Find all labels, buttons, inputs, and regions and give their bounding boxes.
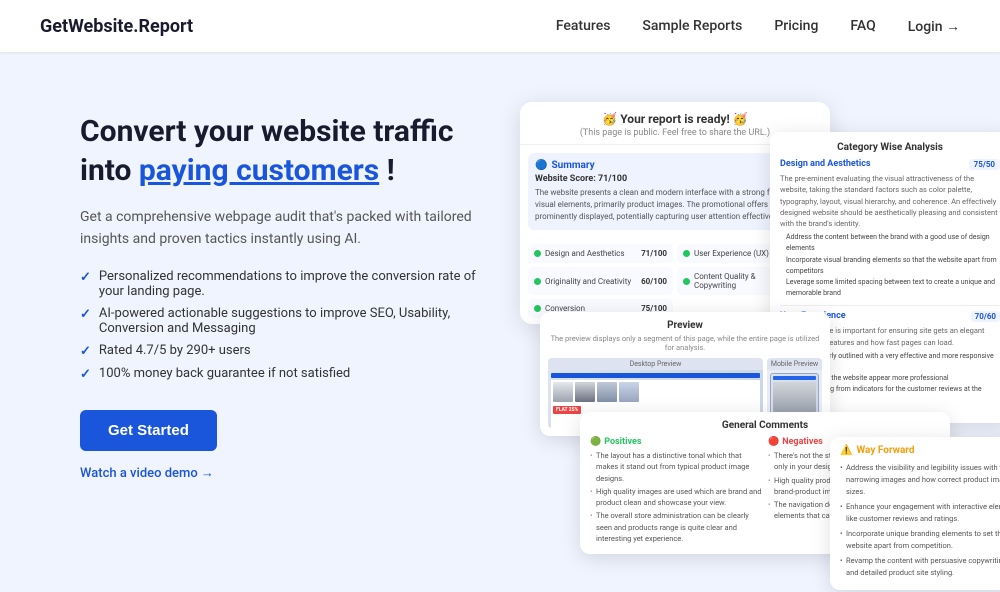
positives-title: 🟢 Positives [590,437,762,447]
hero-right: 🥳 Your report is ready! 🥳 (This page is … [520,102,960,592]
nav-pricing[interactable]: Pricing [774,18,818,34]
hero-title: Convert your website traffic into paying… [80,112,480,190]
nav-faq[interactable]: FAQ [850,18,875,34]
nav-login[interactable]: Login → [908,18,960,35]
report-ready-title: 🥳 Your report is ready! 🥳 [528,112,822,126]
metric-dot [534,250,541,257]
hero-left: Convert your website traffic into paying… [80,102,480,481]
way-forward-title: ⚠️ Way Forward [840,445,1000,456]
mobile-preview-label: Mobile Preview [767,358,822,370]
metric-originality: Originality and Creativity 60/100 [528,267,673,295]
feature-item: 100% money back guarantee if not satisfi… [80,366,480,382]
way-forward-card: ⚠️ Way Forward Address the visibility an… [830,437,1000,590]
metric-dot [534,278,541,285]
hero-features-list: Personalized recommendations to improve … [80,269,480,382]
metric-design: Design and Aesthetics 71/100 [528,244,673,263]
metric-dot [683,278,690,285]
metric-dot [683,250,690,257]
get-started-button[interactable]: Get Started [80,410,217,451]
hero-section: Convert your website traffic into paying… [0,52,1000,563]
nav-features[interactable]: Features [556,18,611,34]
category-design-desc: The pre-eminent evaluating the visual at… [780,173,1000,229]
nav-links: Features Sample Reports Pricing FAQ Logi… [556,18,960,35]
hero-title-part2: ! [379,153,395,188]
feature-item: Personalized recommendations to improve … [80,269,480,299]
preview-subtitle: The preview displays only a segment of t… [548,334,822,352]
feature-item: Rated 4.7/5 by 290+ users [80,343,480,359]
hero-subtitle: Get a comprehensive webpage audit that's… [80,206,480,251]
category-design-title: Design and Aesthetics 75/50 [780,159,1000,170]
preview-title: Preview [548,320,822,331]
category-design-section: Design and Aesthetics 75/50 The pre-emin… [780,159,1000,299]
desktop-preview-label: Desktop Preview [548,358,763,370]
comments-title: General Comments [590,420,940,431]
hero-title-highlight: paying customers [139,153,379,188]
navbar: GetWebsite.Report Features Sample Report… [0,0,1000,52]
video-demo-link[interactable]: Watch a video demo → [80,465,480,481]
category-title: Category Wise Analysis [780,142,1000,153]
brand-logo: GetWebsite.Report [40,16,193,37]
category-design-bullets: Address the content between the brand wi… [780,232,1000,299]
positives-col: 🟢 Positives The layout has a distinctive… [590,437,762,546]
nav-sample-reports[interactable]: Sample Reports [642,18,742,34]
feature-item: AI-powered actionable suggestions to imp… [80,306,480,336]
metric-dot [534,305,541,312]
